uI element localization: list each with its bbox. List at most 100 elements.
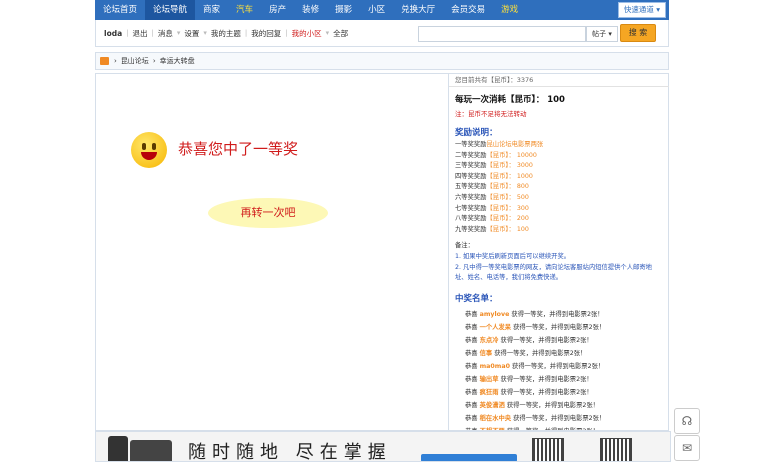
prize-row: 五等奖奖励【昆币】： 800 bbox=[455, 182, 669, 193]
nav-item[interactable]: 装修 bbox=[294, 0, 327, 20]
nav-item[interactable]: 论坛首页 bbox=[95, 0, 145, 20]
home-icon[interactable] bbox=[100, 57, 109, 65]
prize-row: 三等奖奖励【昆币】： 3000 bbox=[455, 161, 669, 172]
my-threads-link[interactable]: 我的主题 bbox=[211, 28, 241, 39]
wechat-icon[interactable]: ✉ bbox=[674, 435, 700, 461]
winner-text: 获得一等奖，并得到电影票2张！ bbox=[512, 362, 605, 370]
my-community-menu[interactable]: 我的小区 bbox=[292, 28, 322, 39]
winner-name[interactable]: 疯狂雨 bbox=[480, 389, 499, 396]
winner-text: 获得一等奖，并得到电影票2张！ bbox=[511, 310, 604, 318]
winner-name[interactable]: 输出草 bbox=[480, 376, 499, 383]
breadcrumb-item-wheel[interactable]: 幸运大转盘 bbox=[160, 56, 195, 66]
search-input[interactable] bbox=[418, 26, 586, 42]
winner-text: 获得一等奖，并得到电影票2张！ bbox=[513, 414, 606, 422]
winner-row: 恭喜 输出草 获得一等奖，并得到电影票2张！ bbox=[465, 373, 669, 386]
winner-name[interactable]: 一个人发呆 bbox=[480, 324, 511, 331]
winner-prefix: 恭喜 bbox=[465, 375, 478, 383]
nav-item[interactable]: 商家 bbox=[195, 0, 228, 20]
nav-item[interactable]: 会员交易 bbox=[443, 0, 493, 20]
winner-name[interactable]: ma0ma0 bbox=[480, 363, 510, 370]
game-area: 恭喜您中了一等奖 再转一次吧 bbox=[96, 74, 447, 430]
winner-row: 恭喜 稻在水中央 获得一等奖，并得到电影票2张！ bbox=[465, 412, 669, 425]
search-type-label: 帖子 bbox=[592, 30, 607, 38]
prize-row: 七等奖奖励【昆币】： 300 bbox=[455, 204, 669, 215]
winner-row: 恭喜 英俊潇洒 获得一等奖，并得到电影票2张！ bbox=[465, 399, 669, 412]
user-bar: loda | 退出 | 消息 ▾ 设置 ▾ 我的主题 | 我的回复 | 我的小区… bbox=[95, 20, 669, 47]
nav-item[interactable]: 房产 bbox=[261, 0, 294, 20]
prize-row: 四等奖奖励【昆币】： 1000 bbox=[455, 172, 669, 183]
separator: | bbox=[244, 29, 248, 37]
prize-list: 一等奖奖励昆山论坛电影票两张 二等奖奖励【昆币】： 10000 三等奖奖励【昆币】：… bbox=[449, 140, 669, 235]
top-nav: 论坛首页 论坛导航 商家 汽车 房产 装修 摄影 小区 兑换大厅 会员交易 游戏 快速通道 ▾ bbox=[95, 0, 669, 20]
winner-text: 获得一等奖，并得到电影票2张！ bbox=[500, 336, 593, 344]
prize-label: 四等奖奖励 bbox=[455, 172, 487, 180]
prize-heading: 奖励说明： bbox=[455, 128, 498, 138]
winner-name[interactable]: 不想不要 bbox=[480, 428, 505, 430]
prize-label: 九等奖奖励 bbox=[455, 225, 487, 233]
nav-item[interactable]: 摄影 bbox=[327, 0, 360, 20]
winner-prefix: 恭喜 bbox=[465, 336, 478, 344]
winner-prefix: 恭喜 bbox=[465, 414, 478, 422]
prize-row: 一等奖奖励昆山论坛电影票两张 bbox=[455, 140, 669, 151]
main-content: 恭喜您中了一等奖 再转一次吧 您目前共有【昆币】：3376 每玩一次消耗【昆币】… bbox=[95, 73, 669, 431]
app-banner[interactable]: 随时随地 尽在掌握 bbox=[95, 431, 671, 462]
winner-text: 获得一等奖，并得到电影票2张！ bbox=[500, 388, 593, 396]
winner-prefix: 恭喜 bbox=[465, 388, 478, 396]
separator: › bbox=[152, 57, 156, 65]
prize-value: 【昆币】： 500 bbox=[486, 193, 529, 201]
settings-menu[interactable]: 设置 bbox=[184, 28, 199, 39]
winner-name[interactable]: 稻在水中央 bbox=[480, 415, 511, 422]
winner-name[interactable]: amylove bbox=[480, 311, 510, 318]
spin-again-button[interactable]: 再转一次吧 bbox=[208, 198, 328, 228]
prize-label: 六等奖奖励 bbox=[455, 193, 487, 201]
winner-prefix: 恭喜 bbox=[465, 401, 478, 409]
coin-balance: 您目前共有【昆币】：3376 bbox=[449, 74, 669, 87]
smiley-mouth bbox=[141, 152, 157, 160]
note-2: 2. 凡中得一等奖电影票的网友，请向论坛客服站内短信提供个人邮寄地址、姓名、电话… bbox=[455, 263, 652, 282]
all-link[interactable]: 全部 bbox=[333, 28, 348, 39]
winner-prefix: 恭喜 bbox=[465, 362, 478, 370]
prize-row: 八等奖奖励【昆币】： 200 bbox=[455, 214, 669, 225]
breadcrumb: › 昆山论坛 › 幸运大转盘 bbox=[95, 52, 669, 70]
quick-access-menu[interactable]: 快速通道 ▾ bbox=[617, 2, 666, 18]
chevron-down-icon: ▾ bbox=[325, 29, 330, 37]
nav-item[interactable]: 汽车 bbox=[228, 0, 261, 20]
prize-row: 六等奖奖励【昆币】： 500 bbox=[455, 193, 669, 204]
nav-item[interactable]: 小区 bbox=[360, 0, 393, 20]
winner-prefix: 恭喜 bbox=[465, 323, 478, 331]
smiley-eye bbox=[152, 143, 156, 150]
nav-item[interactable]: 兑换大厅 bbox=[393, 0, 443, 20]
winner-row: 恭喜 东点冷 获得一等奖，并得到电影票2张！ bbox=[465, 334, 669, 347]
search-type-select[interactable]: 帖子 ▾ bbox=[586, 26, 618, 42]
note-1: 1. 如果中奖后刷新页面后可以继续开奖。 bbox=[455, 252, 571, 260]
messages-menu[interactable]: 消息 bbox=[158, 28, 173, 39]
search-button[interactable]: 搜 索 bbox=[620, 24, 656, 42]
winner-prefix: 恭喜 bbox=[465, 310, 478, 318]
nav-item[interactable]: 游戏 bbox=[493, 0, 526, 20]
winner-row: 恭喜 不想不要 获得一等奖，并得到电影票2张！ bbox=[465, 425, 669, 430]
winner-text: 获得一等奖，并得到电影票2张！ bbox=[507, 428, 599, 430]
headset-icon[interactable]: ☊ bbox=[674, 408, 700, 434]
winner-name[interactable]: 信事 bbox=[480, 350, 493, 357]
qr-code-icon bbox=[600, 438, 632, 461]
breadcrumb-item-forum[interactable]: 昆山论坛 bbox=[121, 56, 149, 66]
chevron-down-icon: ▾ bbox=[176, 29, 181, 37]
banner-slogan: 随时随地 尽在掌握 bbox=[188, 442, 392, 462]
username-link[interactable]: loda bbox=[104, 29, 122, 38]
notes-title: 备注： bbox=[455, 242, 474, 250]
prize-label: 三等奖奖励 bbox=[455, 162, 487, 170]
winner-row: 恭喜 一个人发呆 获得一等奖，并得到电影票2张！ bbox=[465, 321, 669, 334]
nav-item[interactable]: 论坛导航 bbox=[145, 0, 196, 20]
logout-link[interactable]: 退出 bbox=[133, 28, 148, 39]
prize-value: 【昆币】： 200 bbox=[486, 215, 529, 223]
winner-prefix: 恭喜 bbox=[465, 349, 478, 357]
chevron-down-icon: ▾ bbox=[203, 29, 207, 37]
prize-value: 【昆币】： 300 bbox=[486, 204, 529, 212]
winner-text: 获得一等奖，并得到电影票2张！ bbox=[513, 323, 606, 331]
winner-row: 恭喜 ma0ma0 获得一等奖，并得到电影票2张！ bbox=[465, 360, 669, 373]
winner-name[interactable]: 英俊潇洒 bbox=[480, 402, 505, 409]
winner-name[interactable]: 东点冷 bbox=[480, 337, 499, 344]
download-button[interactable] bbox=[421, 454, 517, 461]
my-replies-link[interactable]: 我的回复 bbox=[251, 28, 281, 39]
separator: | bbox=[151, 29, 154, 37]
